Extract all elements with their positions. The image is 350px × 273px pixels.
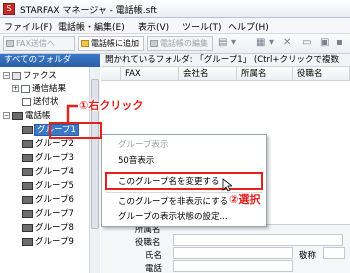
detail-label-honorific: 敬称 — [299, 251, 317, 261]
detail-label-phone: 電話 — [145, 264, 163, 273]
grid-view-icon[interactable]: ▦ — [256, 37, 265, 50]
tree-item-group-8[interactable]: グループ8 — [22, 222, 74, 235]
phonebook-icon — [12, 111, 23, 120]
highlight-group-1 — [49, 122, 102, 139]
title-bar: S STARFAX マネージャ - 電話帳.sft — [0, 0, 350, 18]
dropdown-icon[interactable]: ▾ — [231, 37, 236, 50]
column-checkbox[interactable] — [101, 67, 121, 81]
settings-icon[interactable]: ▪ — [336, 37, 343, 50]
tree-item-group-4[interactable]: グループ4 — [22, 166, 74, 179]
phonebook-add-icon — [81, 40, 89, 47]
column-department[interactable]: 所属名 — [237, 67, 293, 81]
group-book-icon — [22, 125, 33, 134]
menu-item-group-view[interactable]: グループ表示 — [102, 138, 266, 153]
tree-item-group-6[interactable]: グループ6 — [22, 194, 74, 207]
menu-item-kana-view[interactable]: 50音表示 — [102, 154, 266, 169]
fax-icon — [6, 40, 14, 47]
app-icon: S — [3, 3, 15, 15]
column-fax[interactable]: FAX — [121, 67, 179, 81]
honorific-field[interactable] — [323, 247, 345, 259]
tree-item-group-5[interactable]: グループ5 — [22, 180, 74, 193]
group-book-icon — [22, 237, 33, 246]
tree-item-group-9[interactable]: グループ9 — [22, 236, 74, 249]
menu-tools[interactable]: ツール(T) — [182, 20, 222, 33]
tree-item-group-2[interactable]: グループ2 — [22, 138, 74, 151]
folder-tree-pane: すべてのフォルダ − ファクス + 通信結果 送付状 − 電話帳 グループ1 グループ… — [0, 54, 100, 273]
expand-icon[interactable]: + — [12, 85, 19, 92]
contact-detail-panel: 所属名 役職名 氏名 敬称 電話 — [101, 224, 350, 273]
column-company[interactable]: 会社名 — [179, 67, 237, 81]
menu-bar: ファイル(F) 電話帳・編集(E) 表示(V) ツール(T) ヘルプ(H) — [0, 18, 350, 34]
menu-item-display-settings[interactable]: グループの表示状態の設定... — [102, 210, 266, 225]
group-book-icon — [22, 181, 33, 190]
chevron-down-icon[interactable]: ▾ — [269, 37, 274, 50]
highlight-rename-group — [105, 172, 263, 190]
fax-send-button[interactable]: FAX送信へ — [3, 36, 75, 51]
open-folder-bar: 開かれているフォルダ: 「グループ1」 (Ctrl+クリックで複数 — [101, 54, 350, 67]
fax-icon — [12, 71, 21, 80]
tree-item-group-3[interactable]: グループ3 — [22, 152, 74, 165]
mouse-cursor-icon — [222, 178, 232, 192]
window-title: STARFAX マネージャ - 電話帳.sft — [20, 6, 157, 16]
cover-sheet-icon — [22, 97, 31, 106]
title-field[interactable] — [173, 234, 343, 246]
collapse-icon[interactable]: − — [3, 112, 10, 119]
menu-file[interactable]: ファイル(F) — [4, 20, 52, 33]
properties-icon[interactable]: ▣ — [320, 37, 329, 50]
results-icon — [21, 84, 30, 93]
phone-field[interactable] — [173, 260, 293, 272]
group-book-icon — [22, 139, 33, 148]
group-book-icon — [22, 223, 33, 232]
callout-right-click: ①右クリック — [79, 99, 144, 112]
collapse-icon[interactable]: − — [3, 72, 10, 79]
toolbar: FAX送信へ 電話帳に追加 電話帳の編集 ▤ ▾ ▦ ▾ ✕ ▭ ▣ ▪ — [0, 34, 350, 54]
group-book-icon — [22, 153, 33, 162]
folder-tree-header: すべてのフォルダ — [0, 54, 100, 67]
delete-icon[interactable]: ✕ — [283, 37, 291, 50]
group-book-icon — [22, 209, 33, 218]
add-to-phonebook-button[interactable]: 電話帳に追加 — [78, 36, 144, 51]
detail-label-name: 氏名 — [145, 251, 163, 261]
callout-select: ②選択 — [229, 193, 261, 206]
tree-item-cover-sheet[interactable]: 送付状 — [22, 96, 59, 109]
group-book-icon — [22, 167, 33, 176]
tree-item-group-7[interactable]: グループ7 — [22, 208, 74, 221]
menu-view[interactable]: 表示(V) — [138, 20, 169, 33]
tree-item-fax[interactable]: − ファクス — [3, 70, 57, 83]
phonebook-edit-icon — [150, 40, 158, 47]
detail-label-title: 役職名 — [135, 238, 161, 248]
name-field[interactable] — [173, 247, 293, 259]
tree-item-results[interactable]: + 通信結果 — [12, 83, 66, 96]
print-icon[interactable]: ▤ — [218, 37, 227, 50]
group-book-icon — [22, 195, 33, 204]
menu-help[interactable]: ヘルプ(H) — [228, 20, 269, 33]
edit-phonebook-button[interactable]: 電話帳の編集 — [147, 36, 213, 51]
callout-pointer-icon — [66, 104, 78, 122]
column-title[interactable]: 役職名 — [293, 67, 350, 81]
folder-icon[interactable]: ▭ — [302, 37, 311, 50]
menu-phonebook-edit[interactable]: 電話帳・編集(E) — [58, 20, 125, 33]
tree-item-phonebook[interactable]: − 電話帳 — [3, 110, 51, 123]
